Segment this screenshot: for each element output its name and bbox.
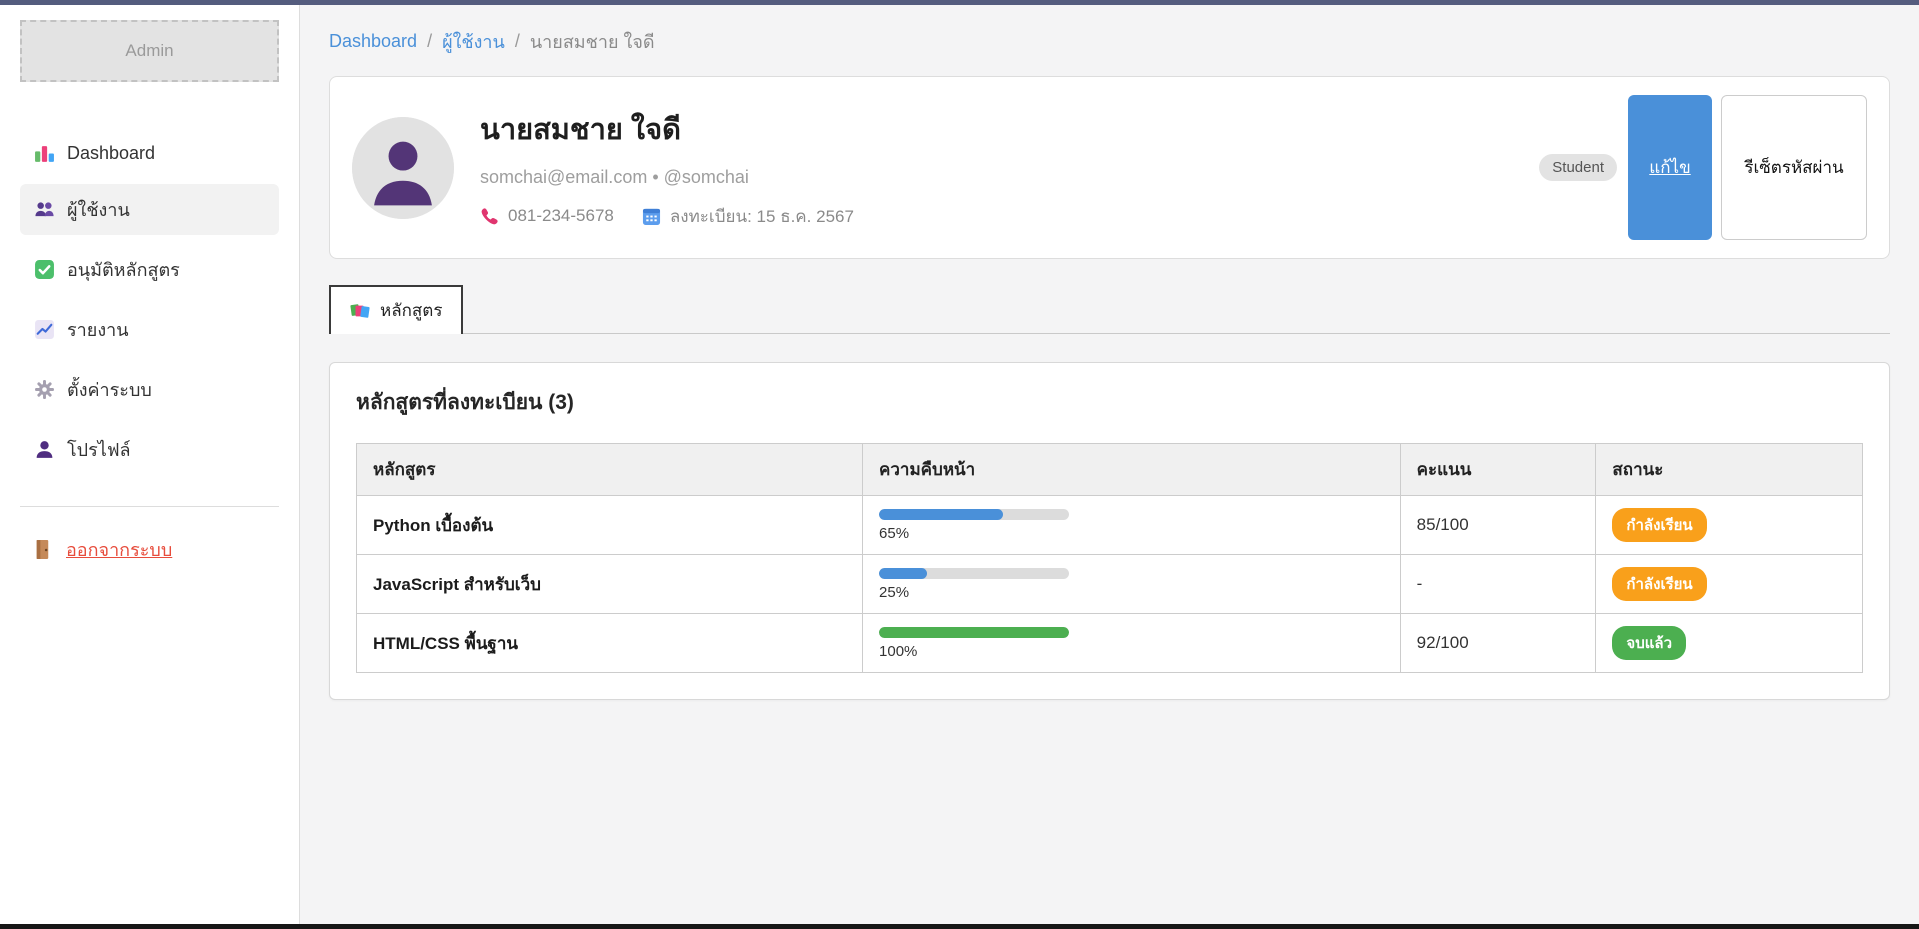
sidebar-item-users[interactable]: ผู้ใช้งาน — [20, 184, 279, 235]
sidebar-item-dashboard[interactable]: Dashboard — [20, 132, 279, 175]
profile-actions: Student แก้ไข รีเซ็ตรหัสผ่าน — [1539, 95, 1867, 240]
progress-label: 100% — [879, 643, 1384, 660]
header-status: สถานะ — [1596, 444, 1863, 496]
breadcrumb-users[interactable]: ผู้ใช้งาน — [442, 27, 505, 56]
sidebar-nav: Dashboard ผู้ใช้งาน อนุมัติหลักสูตร รายง… — [20, 132, 279, 484]
course-name: JavaScript สำหรับเว็บ — [373, 575, 541, 594]
progress-bar-fill — [879, 509, 1003, 520]
courses-table: หลักสูตร ความคืบหน้า คะแนน สถานะ Python … — [356, 443, 1863, 673]
course-name: HTML/CSS พื้นฐาน — [373, 634, 518, 653]
progress-bar — [879, 509, 1069, 520]
progress-label: 25% — [879, 584, 1384, 601]
courses-panel: หลักสูตรที่ลงทะเบียน (3) หลักสูตร ความคื… — [329, 362, 1890, 700]
sidebar-item-label: โปรไฟล์ — [67, 435, 131, 464]
profile-phone-value: 081-234-5678 — [508, 206, 614, 226]
breadcrumb-separator: / — [515, 31, 520, 52]
logout-link[interactable]: ออกจากระบบ — [20, 535, 279, 564]
profile-info: นายสมชาย ใจดี somchai@email.com • @somch… — [480, 95, 1513, 240]
app-frame: Admin Dashboard ผู้ใช้งาน อนุมัติหลักสูต… — [0, 5, 1919, 924]
table-row: JavaScript สำหรับเว็บ 25% - กำลังเรียน — [357, 555, 1863, 614]
breadcrumb-separator: / — [427, 31, 432, 52]
sidebar-item-label: Dashboard — [67, 143, 155, 164]
gear-icon — [34, 379, 55, 400]
main-content: Dashboard / ผู้ใช้งาน / นายสมชาย ใจดี นา… — [300, 5, 1919, 924]
tab-courses-label: หลักสูตร — [380, 297, 442, 324]
profile-registered-value: ลงทะเบียน: 15 ธ.ค. 2567 — [670, 203, 854, 230]
sidebar-divider — [20, 506, 279, 507]
table-header-row: หลักสูตร ความคืบหน้า คะแนน สถานะ — [357, 444, 1863, 496]
reset-password-button[interactable]: รีเซ็ตรหัสผ่าน — [1721, 95, 1867, 240]
sidebar-item-label: อนุมัติหลักสูตร — [67, 255, 180, 284]
sidebar-item-label: ตั้งค่าระบบ — [67, 375, 152, 404]
sidebar: Admin Dashboard ผู้ใช้งาน อนุมัติหลักสูต… — [0, 5, 300, 924]
header-score: คะแนน — [1400, 444, 1596, 496]
door-icon — [34, 539, 54, 561]
calendar-icon — [642, 207, 661, 226]
profile-phone: 081-234-5678 — [480, 206, 614, 226]
table-row: HTML/CSS พื้นฐาน 100% 92/100 จบแล้ว — [357, 614, 1863, 673]
chart-up-icon — [34, 319, 55, 340]
phone-icon — [480, 207, 499, 226]
sidebar-item-approve-courses[interactable]: อนุมัติหลักสูตร — [20, 244, 279, 295]
tab-courses[interactable]: หลักสูตร — [329, 285, 463, 334]
role-badge: Student — [1539, 154, 1617, 181]
status-badge: จบแล้ว — [1612, 626, 1686, 660]
breadcrumb-current: นายสมชาย ใจดี — [530, 27, 655, 56]
header-progress: ความคืบหน้า — [863, 444, 1401, 496]
edit-button[interactable]: แก้ไข — [1628, 95, 1712, 240]
bottom-accent-bar — [0, 924, 1919, 929]
profile-name: นายสมชาย ใจดี — [480, 106, 1513, 152]
sidebar-item-label: ผู้ใช้งาน — [67, 195, 130, 224]
progress-bar — [879, 568, 1069, 579]
breadcrumb-dashboard[interactable]: Dashboard — [329, 31, 417, 52]
progress-bar-fill — [879, 627, 1069, 638]
sidebar-item-reports[interactable]: รายงาน — [20, 304, 279, 355]
admin-logo-label: Admin — [125, 41, 173, 61]
admin-logo: Admin — [20, 20, 279, 82]
bar-chart-icon — [34, 143, 55, 164]
progress-label: 65% — [879, 525, 1384, 542]
profile-registered: ลงทะเบียน: 15 ธ.ค. 2567 — [642, 203, 854, 230]
check-icon — [34, 259, 55, 280]
sidebar-item-profile[interactable]: โปรไฟล์ — [20, 424, 279, 475]
avatar — [352, 117, 454, 219]
sidebar-item-settings[interactable]: ตั้งค่าระบบ — [20, 364, 279, 415]
users-icon — [34, 199, 55, 220]
score-value: 92/100 — [1417, 633, 1469, 652]
progress-bar — [879, 627, 1069, 638]
breadcrumb: Dashboard / ผู้ใช้งาน / นายสมชาย ใจดี — [329, 27, 1890, 56]
panel-title: หลักสูตรที่ลงทะเบียน (3) — [356, 386, 1863, 419]
tab-bar: หลักสูตร — [329, 285, 1890, 334]
profile-card: นายสมชาย ใจดี somchai@email.com • @somch… — [329, 76, 1890, 259]
table-row: Python เบื้องต้น 65% 85/100 กำลังเรียน — [357, 496, 1863, 555]
sidebar-item-label: รายงาน — [67, 315, 129, 344]
status-badge: กำลังเรียน — [1612, 508, 1706, 542]
score-value: 85/100 — [1417, 515, 1469, 534]
status-badge: กำลังเรียน — [1612, 567, 1706, 601]
books-icon — [350, 302, 370, 320]
course-name: Python เบื้องต้น — [373, 516, 493, 535]
progress-bar-fill — [879, 568, 927, 579]
profile-email: somchai@email.com • @somchai — [480, 167, 1513, 188]
score-value: - — [1417, 574, 1423, 593]
logout-label: ออกจากระบบ — [66, 535, 172, 564]
profile-meta: 081-234-5678 ลงทะเบียน: 15 ธ.ค. 2567 — [480, 203, 1513, 230]
header-course: หลักสูตร — [357, 444, 863, 496]
person-icon — [34, 439, 55, 460]
